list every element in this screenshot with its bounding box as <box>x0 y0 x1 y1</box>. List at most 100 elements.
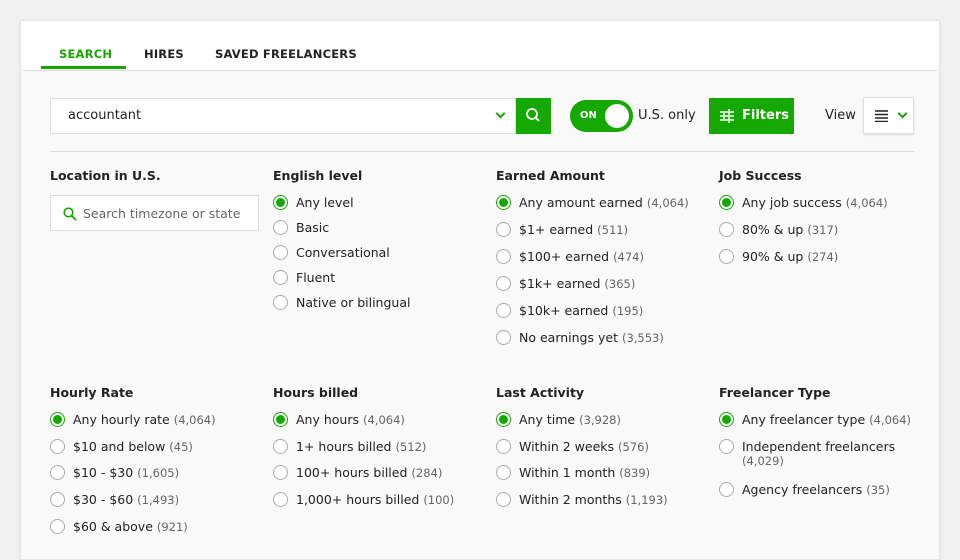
location-title: Location in U.S. <box>50 168 161 183</box>
radio-button[interactable] <box>496 412 511 427</box>
radio-option[interactable]: Any freelancer type (4,064) <box>719 412 934 439</box>
radio-option[interactable]: Any amount earned (4,064) <box>496 195 711 222</box>
us-only-toggle[interactable]: ON <box>570 100 633 132</box>
radio-button[interactable] <box>496 249 511 264</box>
filter-group-title: Freelancer Type <box>719 385 831 400</box>
option-count: (921) <box>156 519 188 534</box>
radio-option[interactable]: 1+ hours billed (512) <box>273 438 488 466</box>
radio-button[interactable] <box>496 438 511 454</box>
radio-button[interactable] <box>273 295 288 310</box>
radio-option[interactable]: $1k+ earned (365) <box>496 276 711 303</box>
radio-button[interactable] <box>50 492 65 508</box>
radio-option[interactable]: Independent freelancers (4,029) <box>719 438 934 482</box>
radio-option[interactable]: 100+ hours billed (284) <box>273 465 488 492</box>
radio-button[interactable] <box>719 222 734 237</box>
radio-option[interactable]: 80% & up (317) <box>719 222 934 249</box>
radio-button[interactable] <box>273 220 288 235</box>
option-count: (1,605) <box>137 466 180 481</box>
option-label: No earnings yet <box>519 330 618 345</box>
radio-button[interactable] <box>273 465 288 481</box>
radio-button[interactable] <box>50 518 65 534</box>
radio-option[interactable]: $10 and below (45) <box>50 438 265 466</box>
option-count: (45) <box>169 439 193 454</box>
tab-hires[interactable]: HIRES <box>144 47 184 61</box>
radio-option[interactable]: Any hourly rate (4,064) <box>50 412 265 439</box>
radio-option[interactable]: $10k+ earned (195) <box>496 303 711 330</box>
list-view-icon <box>875 110 888 122</box>
option-label: Any time <box>519 412 576 427</box>
option-label: $1k+ earned <box>519 276 601 291</box>
tab-bar: SEARCH HIRES SAVED FREELANCERS <box>21 21 939 71</box>
radio-option[interactable]: Any level <box>273 195 488 220</box>
radio-button[interactable] <box>496 303 511 318</box>
view-label: View <box>825 108 856 123</box>
radio-button[interactable] <box>719 195 734 210</box>
option-label: $10 and below <box>73 438 166 454</box>
radio-option[interactable]: Native or bilingual <box>273 295 488 320</box>
radio-button[interactable] <box>719 438 734 454</box>
location-placeholder: Search timezone or state <box>83 206 241 221</box>
option-label: Any amount earned <box>519 195 643 210</box>
option-count: (4,064) <box>173 413 216 427</box>
radio-button[interactable] <box>273 270 288 285</box>
radio-option[interactable]: Within 1 month (839) <box>496 465 711 492</box>
option-label: Any job success <box>742 195 842 210</box>
radio-button[interactable] <box>50 412 65 427</box>
radio-button[interactable] <box>719 412 734 427</box>
radio-option[interactable]: Agency freelancers (35) <box>719 481 934 509</box>
chevron-down-icon[interactable] <box>495 108 506 119</box>
radio-button[interactable] <box>496 222 511 237</box>
filter-group-hours-billed: Hours billed Any hours (4,064) 1+ hours bi… <box>273 385 488 519</box>
radio-button[interactable] <box>273 438 288 454</box>
chevron-down-icon <box>897 108 908 119</box>
radio-button[interactable] <box>719 249 734 264</box>
radio-button[interactable] <box>496 195 511 210</box>
radio-option[interactable]: No earnings yet (3,553) <box>496 330 711 357</box>
radio-button[interactable] <box>273 492 288 508</box>
search-button[interactable] <box>516 98 551 134</box>
radio-option[interactable]: Within 2 weeks (576) <box>496 438 711 466</box>
radio-button[interactable] <box>273 195 288 210</box>
radio-button[interactable] <box>496 276 511 291</box>
search-input[interactable]: accountant <box>50 98 516 134</box>
radio-button[interactable] <box>719 481 734 497</box>
radio-option[interactable]: 1,000+ hours billed (100) <box>273 492 488 519</box>
filters-button[interactable]: Filters <box>709 98 794 134</box>
radio-option[interactable]: 90% & up (274) <box>719 249 934 276</box>
radio-option[interactable]: $100+ earned (474) <box>496 249 711 276</box>
option-label: Conversational <box>296 245 390 260</box>
search-icon <box>526 108 540 122</box>
option-label: 1+ hours billed <box>296 438 392 454</box>
view-dropdown[interactable] <box>863 97 914 134</box>
option-count: (365) <box>604 277 636 291</box>
radio-option[interactable]: Basic <box>273 220 488 245</box>
location-search-input[interactable]: Search timezone or state <box>50 195 259 231</box>
option-label: $60 & above <box>73 518 153 534</box>
radio-button[interactable] <box>50 465 65 481</box>
option-count: (4,064) <box>869 413 912 427</box>
radio-button[interactable] <box>50 438 65 454</box>
radio-option[interactable]: $1+ earned (511) <box>496 222 711 249</box>
radio-option[interactable]: Any time (3,928) <box>496 412 711 439</box>
tab-saved-freelancers[interactable]: SAVED FREELANCERS <box>215 47 357 61</box>
option-label: 90% & up <box>742 249 804 264</box>
option-label: Any level <box>296 195 354 210</box>
radio-button[interactable] <box>273 245 288 260</box>
option-count: (3,553) <box>621 331 664 345</box>
toggle-label: ON <box>580 110 597 121</box>
radio-option[interactable]: Conversational <box>273 245 488 270</box>
radio-option[interactable]: $60 & above (921) <box>50 518 265 546</box>
radio-button[interactable] <box>496 330 511 345</box>
option-count: (839) <box>619 466 651 481</box>
radio-option[interactable]: Fluent <box>273 270 488 295</box>
radio-option[interactable]: $30 - $60 (1,493) <box>50 492 265 519</box>
radio-option[interactable]: Any job success (4,064) <box>719 195 934 222</box>
radio-button[interactable] <box>496 465 511 481</box>
tab-search[interactable]: SEARCH <box>59 47 112 61</box>
radio-option[interactable]: Within 2 months (1,193) <box>496 492 711 519</box>
option-label: Within 2 months <box>519 492 622 508</box>
radio-button[interactable] <box>273 412 288 427</box>
radio-option[interactable]: $10 - $30 (1,605) <box>50 465 265 492</box>
radio-option[interactable]: Any hours (4,064) <box>273 412 488 439</box>
radio-button[interactable] <box>496 492 511 508</box>
